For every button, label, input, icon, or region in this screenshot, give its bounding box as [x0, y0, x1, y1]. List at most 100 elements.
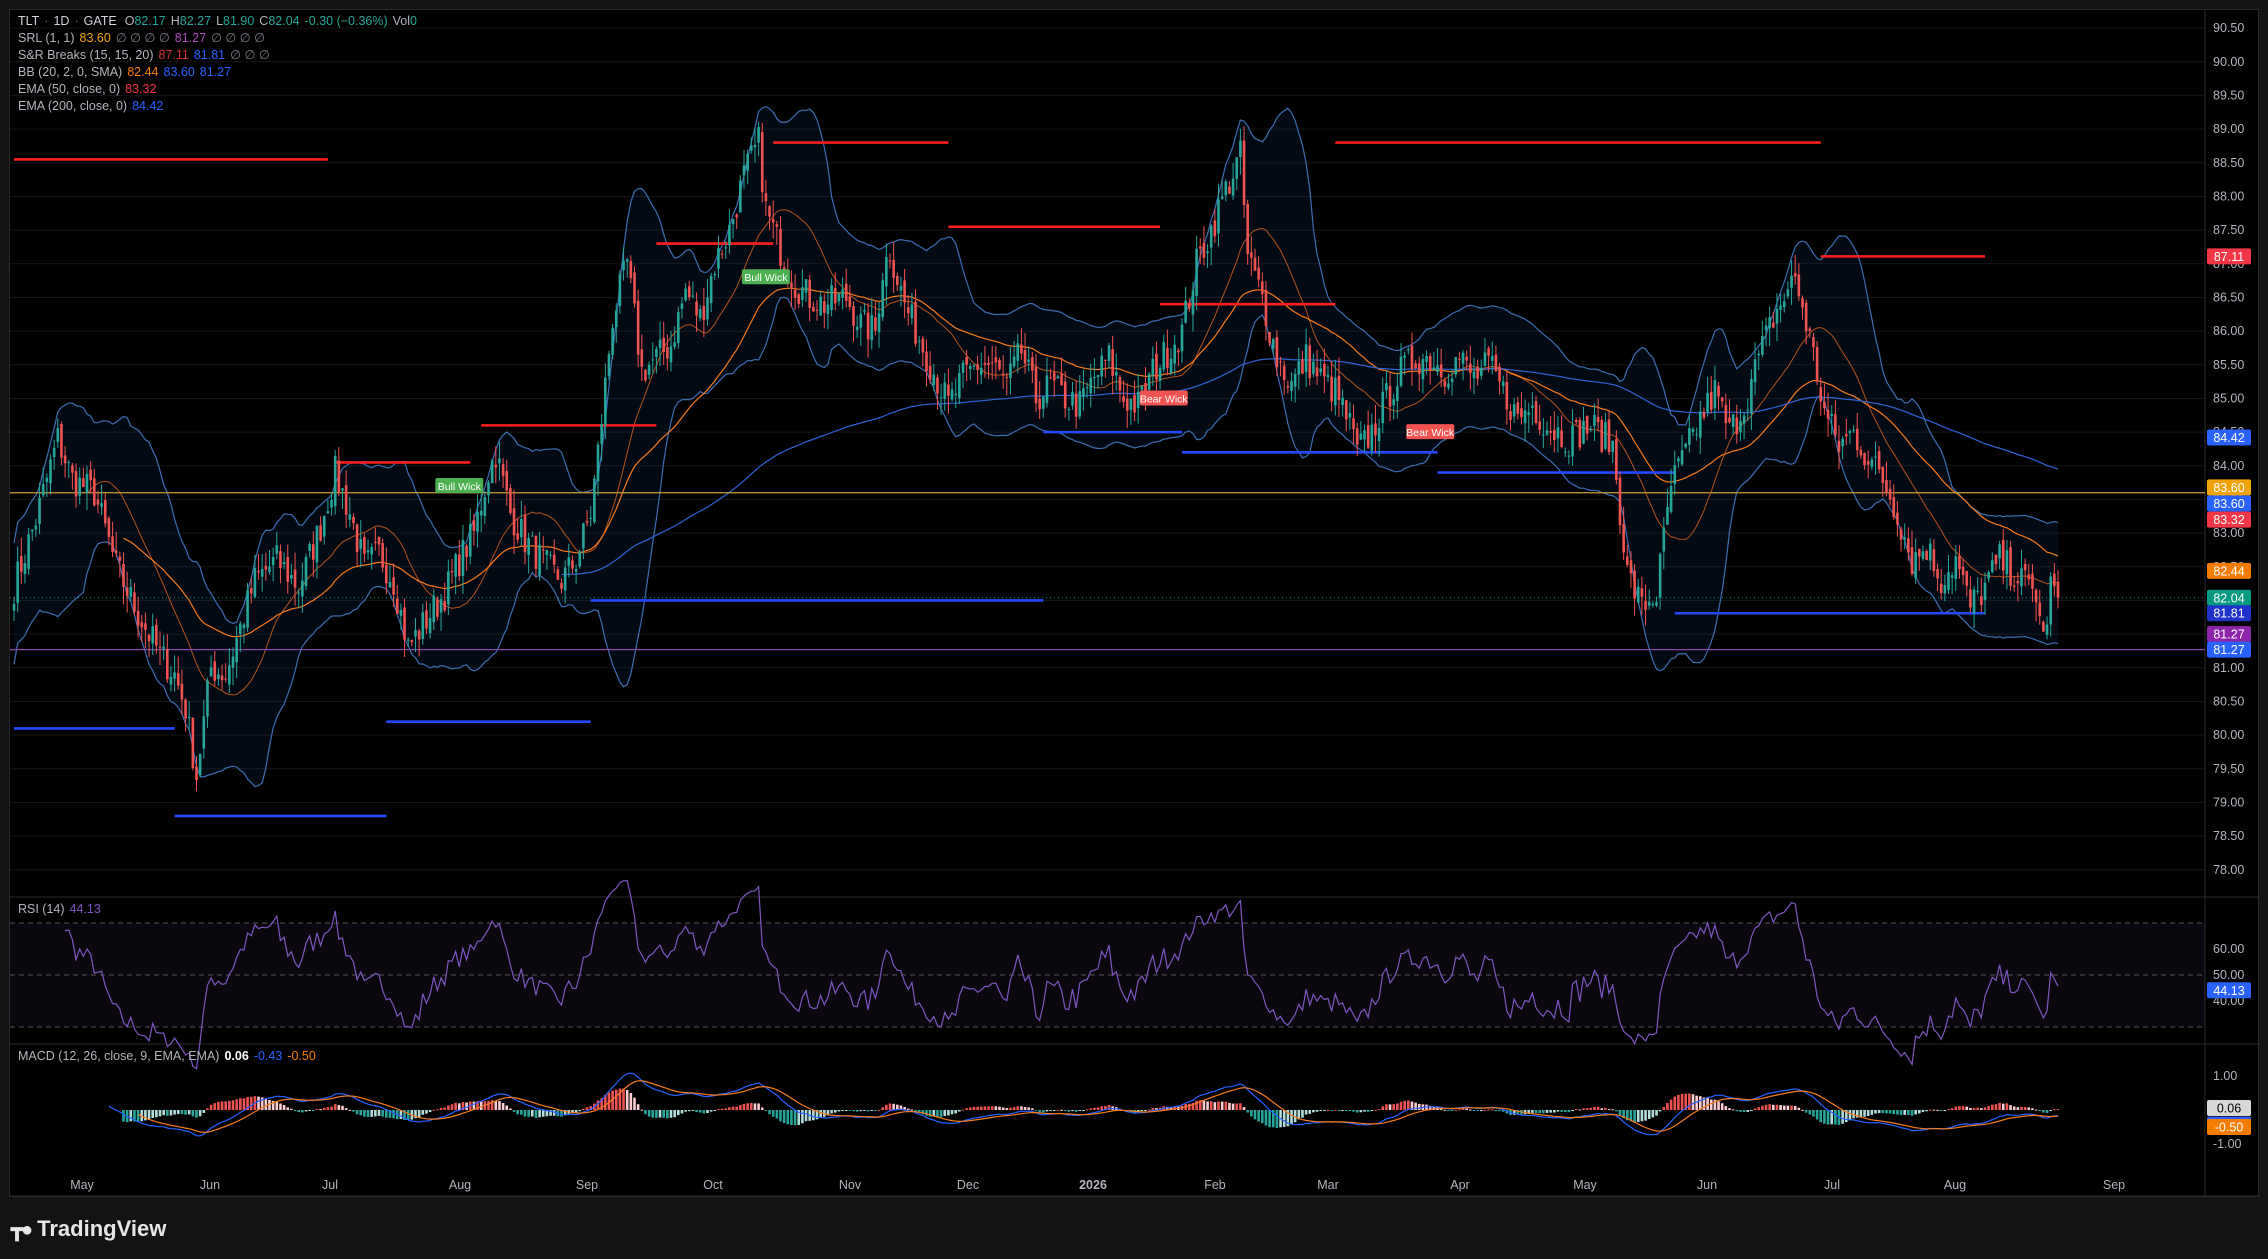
macd-histogram-bar	[841, 1110, 844, 1111]
macd-histogram-bar	[1049, 1110, 1052, 1111]
macd-histogram-bar	[1757, 1107, 1760, 1110]
time-tick-label: Apr	[1450, 1178, 1469, 1192]
candle-body	[169, 677, 173, 685]
candle-body	[1049, 377, 1052, 379]
candle-body	[1166, 347, 1169, 369]
chart-canvas[interactable]: 78.0078.5079.0079.5080.0080.5081.0081.50…	[10, 10, 2260, 1198]
candle-body	[1286, 385, 1290, 388]
candle-body	[1465, 356, 1468, 361]
macd-histogram-bar	[804, 1110, 808, 1122]
price-tag-text: 82.04	[2213, 591, 2244, 605]
candle-body	[96, 499, 100, 505]
macd-histogram-bar	[1761, 1105, 1764, 1110]
legend-interval[interactable]: 1D	[53, 14, 69, 28]
macd-histogram-bar	[202, 1110, 206, 1113]
candle-body	[1691, 429, 1695, 432]
macd-histogram-bar	[231, 1100, 235, 1110]
macd-histogram-bar	[983, 1106, 987, 1110]
candle-body	[1301, 358, 1304, 374]
candle-body	[1009, 363, 1012, 378]
candle-body	[1728, 417, 1731, 423]
macd-histogram-bar	[647, 1110, 651, 1117]
macd-histogram-bar	[1038, 1110, 1041, 1113]
candle-body	[914, 301, 917, 344]
macd-histogram-bar	[1352, 1110, 1355, 1112]
macd-histogram-bar	[377, 1110, 381, 1116]
candle-body	[206, 680, 209, 717]
candle-body	[563, 567, 567, 591]
candle-body	[239, 623, 242, 634]
candle-body	[541, 549, 545, 551]
candle-body	[1012, 356, 1016, 367]
candle-body	[1709, 391, 1713, 410]
candle-body	[209, 667, 213, 677]
macd-histogram-bar	[906, 1108, 910, 1110]
macd-histogram-bar	[790, 1110, 793, 1125]
macd-histogram-bar	[644, 1110, 647, 1115]
candle-body	[717, 247, 720, 269]
candle-body	[1027, 359, 1030, 362]
macd-histogram-bar	[1374, 1109, 1377, 1111]
price-tick-label: 85.50	[2213, 358, 2244, 372]
candle-body	[983, 362, 987, 365]
macd-histogram-bar	[169, 1110, 173, 1116]
macd-histogram-bar	[1476, 1110, 1479, 1111]
macd-histogram-bar	[1921, 1110, 1925, 1113]
candle-body	[1042, 397, 1045, 409]
legend-srl[interactable]: SRL (1, 1) 83.60 ∅ ∅ ∅ ∅ 81.27 ∅ ∅ ∅ ∅	[18, 30, 270, 47]
candle-body	[184, 699, 187, 719]
bb-fill	[14, 106, 2058, 787]
candle-body	[301, 580, 304, 597]
candle-body	[552, 554, 556, 565]
macd-histogram-bar	[333, 1104, 337, 1110]
candle-body	[1976, 590, 1979, 592]
macd-histogram-bar	[1147, 1109, 1151, 1111]
candle-body	[2027, 574, 2031, 580]
macd-histogram-bar	[866, 1110, 870, 1112]
macd-histogram-bar	[1144, 1110, 1147, 1111]
macd-histogram-bar	[1640, 1110, 1644, 1122]
candle-body	[1593, 415, 1596, 426]
legend-bb[interactable]: BB (20, 2, 0, SMA) 82.44 83.60 81.27	[18, 64, 236, 81]
candle-body	[2049, 576, 2052, 625]
candle-body	[589, 517, 592, 519]
legend-ema50[interactable]: EMA (50, close, 0) 83.32	[18, 81, 161, 98]
candle-body	[414, 630, 417, 637]
candle-body	[1987, 572, 1990, 579]
macd-histogram-bar	[976, 1106, 979, 1110]
macd-histogram-bar	[1928, 1109, 1932, 1111]
macd-histogram-bar	[578, 1110, 582, 1112]
candle-body	[1943, 585, 1947, 594]
macd-histogram-bar	[972, 1106, 976, 1110]
legend-macd[interactable]: MACD (12, 26, close, 9, EMA, EMA) 0.06 -0.…	[18, 1048, 321, 1065]
macd-histogram-bar	[1009, 1107, 1012, 1110]
legend-main: TLT · 1D · GATE O82.17 H82.27 L81.90 C82.04 -0.30…	[18, 13, 422, 30]
candle-body	[1480, 367, 1483, 376]
candle-body	[1096, 375, 1100, 378]
candle-body	[1067, 408, 1071, 410]
legend-ema200[interactable]: EMA (200, close, 0) 84.42	[18, 98, 168, 115]
legend-rsi[interactable]: RSI (14) 44.13	[18, 901, 106, 918]
chart-frame[interactable]: 78.0078.5079.0079.5080.0080.5081.0081.50…	[9, 9, 2260, 1198]
legend-sr-breaks[interactable]: S&R Breaks (15, 15, 20) 87.11 81.81 ∅ ∅ ∅	[18, 47, 275, 64]
tradingview-logo[interactable]: ┳● TradingView	[11, 1214, 166, 1244]
candle-body	[687, 286, 691, 298]
legend-symbol[interactable]: TLT	[18, 14, 39, 28]
macd-histogram-bar	[1312, 1110, 1315, 1113]
macd-histogram-bar	[2056, 1109, 2060, 1111]
candle-body	[961, 362, 965, 373]
candle-body	[395, 598, 399, 614]
macd-histogram-bar	[1582, 1108, 1585, 1110]
macd-histogram-bar	[2042, 1110, 2045, 1113]
bull-wick-label: Bull Wick	[435, 477, 484, 493]
macd-histogram-bar	[187, 1110, 191, 1115]
macd-histogram-bar	[385, 1110, 388, 1118]
candle-body	[1720, 397, 1724, 402]
macd-histogram-bar	[1206, 1101, 1209, 1110]
candle-body	[1870, 459, 1874, 467]
bb-value-2: 83.60	[163, 65, 195, 79]
macd-histogram-bar	[958, 1110, 961, 1112]
candle-body	[494, 464, 498, 468]
candle-body	[885, 256, 888, 287]
candle-body	[1545, 430, 1549, 435]
